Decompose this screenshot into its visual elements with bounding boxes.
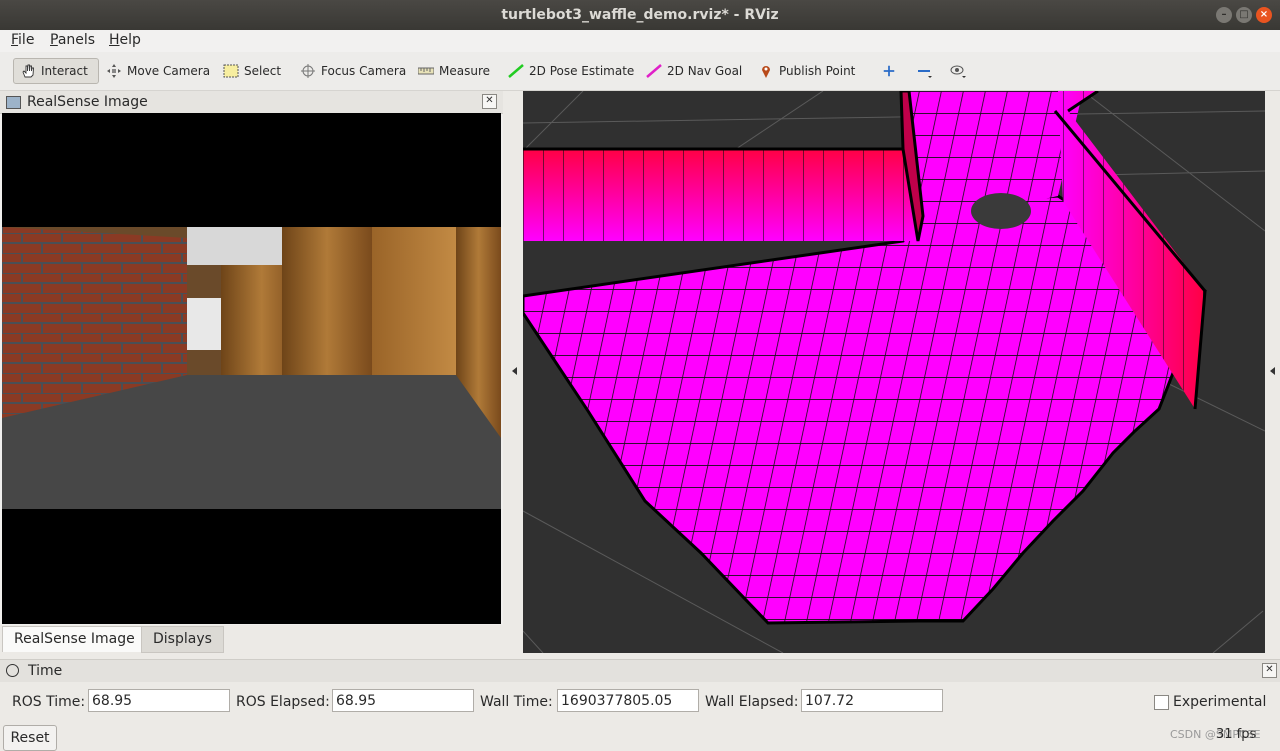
hand-icon xyxy=(22,64,34,78)
robot-model xyxy=(971,193,1031,229)
left-splitter[interactable] xyxy=(503,91,523,653)
experimental-checkbox[interactable] xyxy=(1154,695,1169,710)
interact-tool-button[interactable]: Interact xyxy=(13,58,99,84)
pose-estimate-button[interactable]: 2D Pose Estimate xyxy=(502,58,640,84)
window-title: turtlebot3_waffle_demo.rviz* - RViz xyxy=(501,7,779,23)
move-camera-button[interactable]: Move Camera xyxy=(100,58,216,84)
view-options-button[interactable] xyxy=(944,58,974,84)
camera-image xyxy=(2,113,501,624)
close-time-panel-icon[interactable]: ✕ xyxy=(1262,663,1277,678)
publish-point-label: Publish Point xyxy=(779,64,856,78)
select-label: Select xyxy=(244,64,282,78)
map-pin-icon xyxy=(762,66,770,78)
dock-tabs: RealSense Image Displays xyxy=(0,625,503,653)
time-panel-title: Time xyxy=(28,663,63,679)
wall-time-label: Wall Time: xyxy=(480,694,553,710)
wall-time-field[interactable]: 1690377805.05 xyxy=(557,689,699,712)
plus-icon xyxy=(883,65,895,77)
minimize-icon[interactable]: – xyxy=(1216,7,1232,23)
ros-time-field[interactable]: 68.95 xyxy=(88,689,230,712)
window-title-bar: turtlebot3_waffle_demo.rviz* - RViz – □ … xyxy=(0,0,1280,30)
maximize-icon[interactable]: □ xyxy=(1236,7,1252,23)
experimental-label: Experimental xyxy=(1173,694,1267,710)
menu-help[interactable]: Help xyxy=(109,32,141,48)
ros-time-label: ROS Time: xyxy=(12,694,86,710)
publish-point-button[interactable]: Publish Point xyxy=(752,58,861,84)
expand-right-icon[interactable] xyxy=(1270,367,1275,375)
realsense-image-panel: RealSense Image ✕ xyxy=(0,91,503,625)
collapse-left-icon[interactable] xyxy=(512,367,517,375)
tab-realsense-image[interactable]: RealSense Image xyxy=(2,626,147,652)
ros-elapsed-field[interactable]: 68.95 xyxy=(332,689,474,712)
image-icon xyxy=(6,96,21,109)
move-camera-label: Move Camera xyxy=(127,64,211,78)
magenta-arrow-icon xyxy=(646,64,662,78)
menu-file[interactable]: File xyxy=(11,32,34,48)
wall-elapsed-field[interactable]: 107.72 xyxy=(801,689,943,712)
minus-icon xyxy=(918,70,932,78)
nav-goal-label: 2D Nav Goal xyxy=(667,64,743,78)
toolbar: Interact Move Camera Select Focus Camera… xyxy=(0,52,1280,91)
focus-camera-button[interactable]: Focus Camera xyxy=(294,58,412,84)
reset-button[interactable]: Reset xyxy=(3,725,57,751)
focus-camera-label: Focus Camera xyxy=(321,64,407,78)
move-camera-icon xyxy=(107,64,121,78)
fps-readout: 31 fps xyxy=(1216,727,1257,742)
focus-crosshair-icon xyxy=(301,64,315,78)
occupancy-map-scene xyxy=(523,91,1265,653)
3d-viewport[interactable] xyxy=(523,91,1265,653)
nav-goal-button[interactable]: 2D Nav Goal xyxy=(640,58,748,84)
close-icon[interactable]: × xyxy=(1256,7,1272,23)
ruler-icon xyxy=(418,67,434,75)
eye-icon xyxy=(950,65,966,78)
ros-elapsed-label: ROS Elapsed: xyxy=(236,694,330,710)
time-panel-header: Time ✕ xyxy=(0,660,1280,682)
measure-button[interactable]: Measure xyxy=(412,58,496,84)
time-panel: Time ✕ ROS Time: 68.95 ROS Elapsed: 68.9… xyxy=(0,659,1280,751)
camera-scene xyxy=(2,113,501,624)
image-panel-header: RealSense Image ✕ xyxy=(0,91,503,114)
remove-tool-button[interactable] xyxy=(910,58,940,84)
measure-label: Measure xyxy=(439,64,490,78)
select-button[interactable]: Select xyxy=(217,58,287,84)
green-arrow-icon xyxy=(508,64,524,78)
right-splitter[interactable] xyxy=(1265,91,1280,653)
interact-label: Interact xyxy=(41,64,88,78)
menu-panels[interactable]: Panels xyxy=(50,32,95,48)
tab-displays[interactable]: Displays xyxy=(141,626,224,653)
pose-estimate-label: 2D Pose Estimate xyxy=(529,64,635,78)
close-panel-icon[interactable]: ✕ xyxy=(482,94,497,109)
add-tool-button[interactable] xyxy=(876,58,902,84)
wall-elapsed-label: Wall Elapsed: xyxy=(705,694,799,710)
image-panel-title: RealSense Image xyxy=(27,94,148,110)
select-box-icon xyxy=(223,64,239,78)
clock-icon xyxy=(6,664,19,677)
menu-bar: File Panels Help xyxy=(0,30,1280,52)
